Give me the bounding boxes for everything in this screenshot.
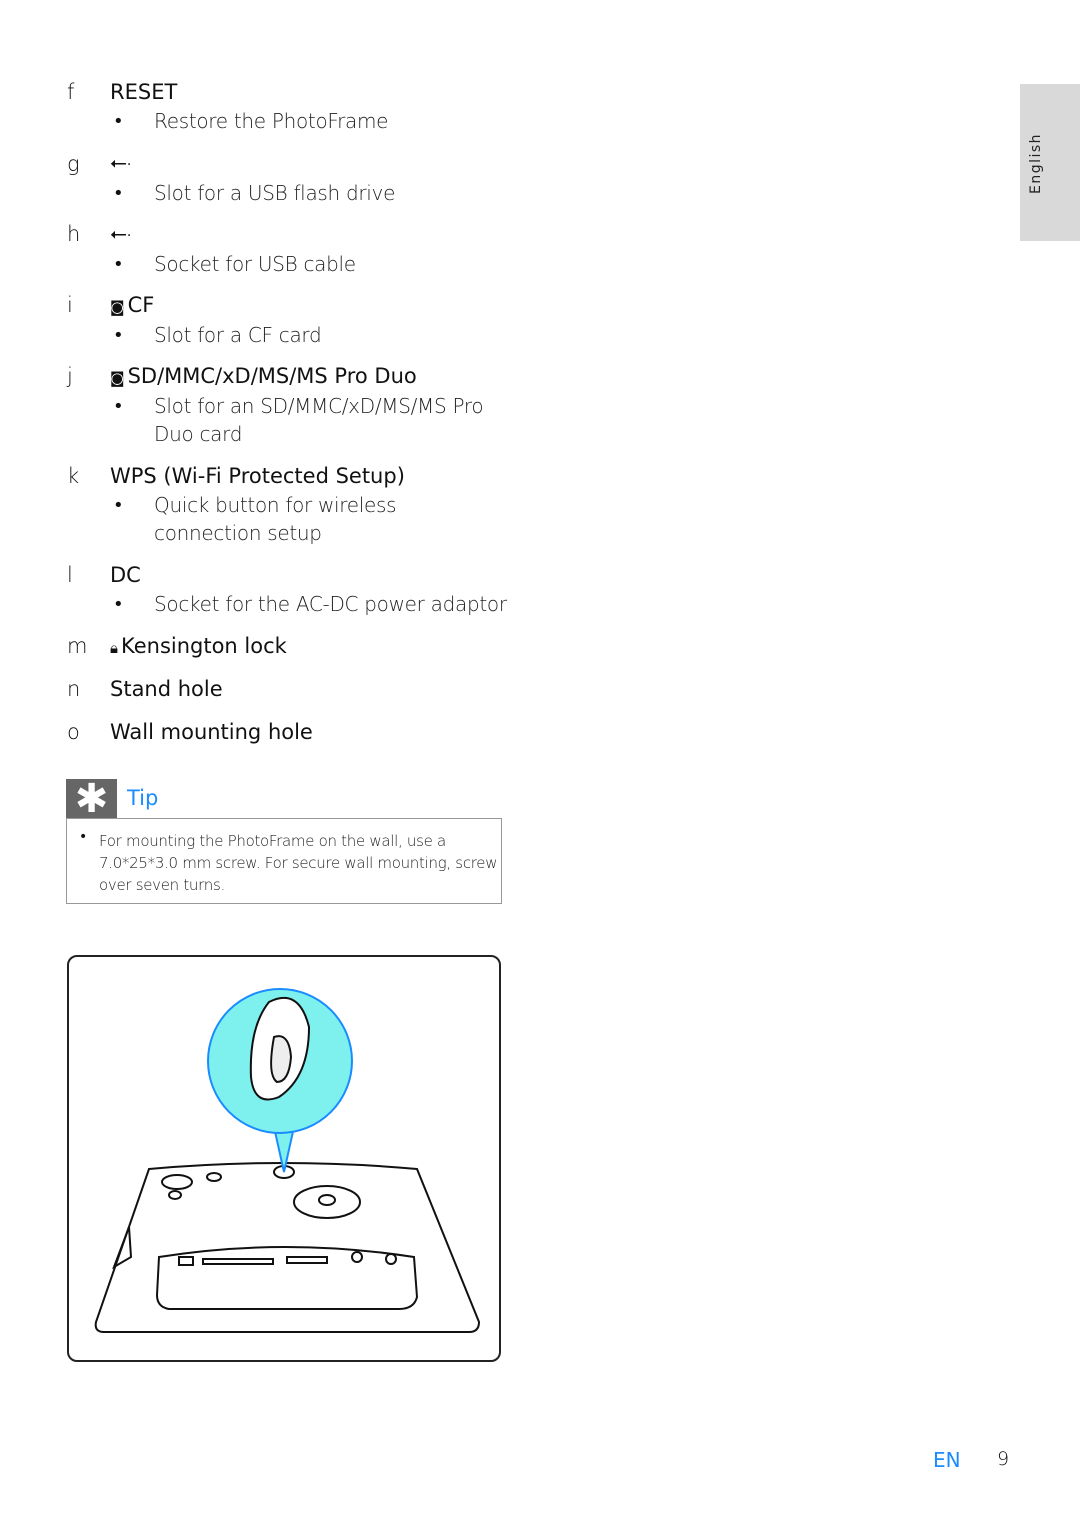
- item-letter: g: [67, 152, 80, 176]
- item-letter: n: [67, 677, 81, 701]
- bullet: •: [113, 183, 124, 204]
- item-description: Quick button for wireless connection set…: [154, 493, 397, 545]
- language-label: English: [1028, 132, 1044, 194]
- wall-mount-illustration: [67, 955, 501, 1362]
- item-title: WPS (Wi-Fi Protected Setup): [110, 464, 405, 488]
- item-title: ◙ CF: [110, 293, 154, 317]
- item-title: 🔒︎ Kensington lock: [110, 634, 287, 658]
- item-description: Restore the PhotoFrame: [154, 109, 389, 133]
- memory-card-icon: ◙: [110, 369, 125, 387]
- tip-box: • For mounting the PhotoFrame on the wal…: [66, 818, 502, 904]
- item-title: DC: [110, 563, 141, 587]
- manual-page: English f RESET • Restore the PhotoFrame…: [0, 0, 1080, 1526]
- bullet: •: [113, 495, 124, 516]
- item-title: RESET: [110, 80, 178, 104]
- item-title-text: SD/MMC/xD/MS/MS Pro Duo: [127, 364, 417, 388]
- bullet: •: [113, 111, 124, 132]
- item-letter: o: [67, 720, 80, 744]
- footer-language: EN: [933, 1448, 961, 1472]
- page-number: 9: [997, 1448, 1010, 1470]
- item-description: Slot for a CF card: [154, 323, 322, 347]
- item-letter: m: [67, 634, 88, 658]
- item-letter: i: [67, 293, 73, 317]
- bullet: •: [113, 325, 124, 346]
- language-tab: English: [1020, 84, 1080, 241]
- bullet: •: [113, 254, 124, 275]
- memory-card-icon: ◙: [110, 298, 125, 316]
- item-description: Socket for USB cable: [154, 252, 356, 276]
- tip-text: For mounting the PhotoFrame on the wall,…: [99, 832, 498, 894]
- item-title-text: CF: [127, 293, 155, 317]
- item-letter: j: [67, 364, 73, 388]
- item-title: Wall mounting hole: [110, 720, 313, 744]
- photoframe-back-drawing: [94, 988, 481, 1333]
- lock-icon: 🔒︎: [110, 639, 118, 657]
- item-title-text: Kensington lock: [120, 634, 287, 658]
- item-description: Slot for an SD/MMC/xD/MS/MS Pro Duo card: [154, 394, 484, 446]
- item-letter: l: [67, 563, 73, 587]
- usb-icon: ⭠·: [110, 150, 132, 174]
- item-title: ◙ SD/MMC/xD/MS/MS Pro Duo: [110, 364, 417, 388]
- bullet: •: [79, 829, 88, 845]
- item-letter: k: [67, 464, 80, 488]
- item-letter: f: [67, 80, 75, 104]
- usb-icon: ⭠·: [110, 221, 132, 245]
- item-letter: h: [67, 222, 81, 246]
- item-title: Stand hole: [110, 677, 223, 701]
- item-description: Slot for a USB flash drive: [154, 181, 396, 205]
- bullet: •: [113, 396, 124, 417]
- tip-title: Tip: [127, 786, 159, 810]
- tip-icon: ✱: [66, 779, 117, 819]
- bullet: •: [113, 594, 124, 615]
- item-description: Socket for the AC-DC power adaptor: [154, 592, 507, 616]
